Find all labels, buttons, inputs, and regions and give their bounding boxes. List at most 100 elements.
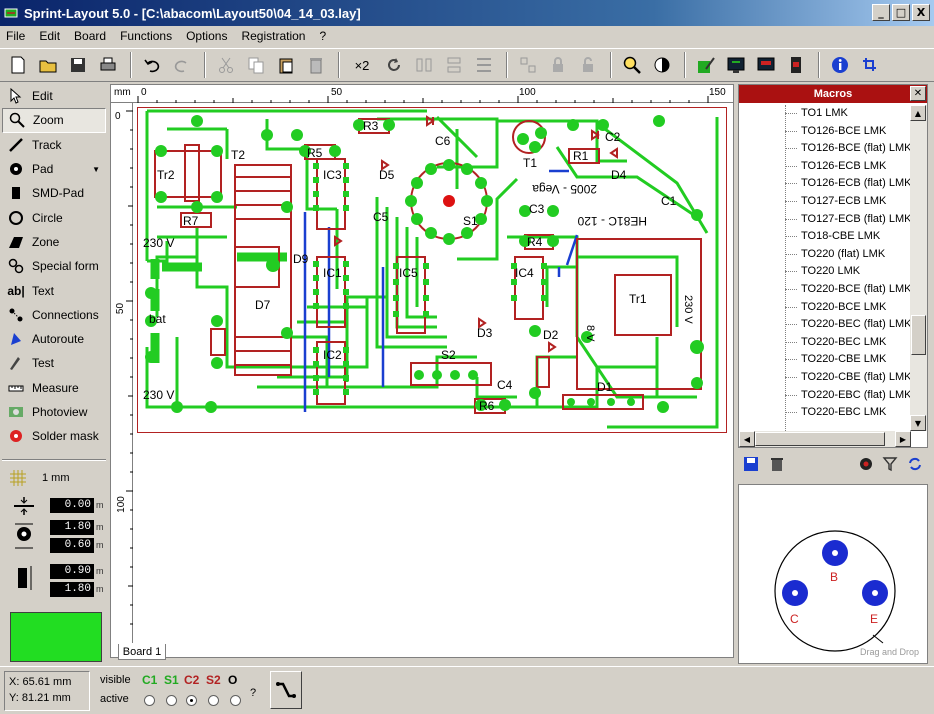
new-button[interactable] xyxy=(4,51,32,79)
zoom-button[interactable] xyxy=(618,51,646,79)
active-radio-s2[interactable] xyxy=(208,695,219,706)
grid-setting[interactable]: 1 mm xyxy=(8,468,70,488)
menu-board[interactable]: Board xyxy=(74,29,106,43)
properties-button[interactable] xyxy=(692,51,720,79)
align-button[interactable] xyxy=(470,51,498,79)
tool-test[interactable]: Test xyxy=(2,351,106,375)
duplicate-button[interactable]: ×2 xyxy=(346,51,378,79)
track-width-field[interactable]: 0.00 xyxy=(50,498,94,513)
tool-smd-pad[interactable]: SMD-Pad xyxy=(2,181,106,205)
macro-horizontal-scrollbar[interactable]: ◀ ▶ xyxy=(739,431,911,447)
layer-o[interactable]: O xyxy=(228,673,237,687)
pcb-board[interactable]: Tr2 T2 R7 230 V D7 bat 230 V R3 R5 C6 D5… xyxy=(137,107,727,433)
tool-edit[interactable]: Edit xyxy=(2,84,106,108)
menu-edit[interactable]: Edit xyxy=(39,29,60,43)
macro-item[interactable]: TO126-BCE (flat) LMK xyxy=(739,140,911,158)
tool-pad[interactable]: Pad ▼ xyxy=(2,157,106,181)
menu-options[interactable]: Options xyxy=(186,29,227,43)
macro-item[interactable]: TO18-CBE LMK xyxy=(739,228,911,246)
record-icon[interactable] xyxy=(858,456,874,472)
delete-button[interactable] xyxy=(302,51,330,79)
close-button[interactable]: X xyxy=(912,4,930,21)
cut-button[interactable] xyxy=(212,51,240,79)
macro-tree[interactable]: TO1 LMK TO126-BCE LMK TO126-BCE (flat) L… xyxy=(739,105,911,431)
scroll-up-icon[interactable]: ▲ xyxy=(910,105,926,121)
macro-item[interactable]: TO127-ECB LMK xyxy=(739,193,911,211)
drc-button[interactable] xyxy=(722,51,750,79)
macro-item[interactable]: TO220-EBC LMK xyxy=(739,404,911,422)
tool-text[interactable]: ab| Text xyxy=(2,278,106,302)
undo-button[interactable] xyxy=(138,51,166,79)
macro-item[interactable]: TO220-BCE LMK xyxy=(739,299,911,317)
unlock-button[interactable] xyxy=(574,51,602,79)
layer-s2[interactable]: S2 xyxy=(206,673,221,687)
lock-button[interactable] xyxy=(544,51,572,79)
scroll-right-icon[interactable]: ▶ xyxy=(895,431,911,447)
macros-close-button[interactable]: ✕ xyxy=(910,86,926,101)
tool-circle[interactable]: Circle xyxy=(2,205,106,229)
macro-item[interactable]: TO220 (flat) LMK xyxy=(739,246,911,264)
refresh-icon[interactable] xyxy=(906,455,924,473)
trash-icon[interactable] xyxy=(768,455,786,473)
board-workarea[interactable]: mm 0 50 100 150 0 50 100 Tr2 T2 R7 230 V… xyxy=(110,84,734,658)
menu-functions[interactable]: Functions xyxy=(120,29,172,43)
pad-inner-field[interactable]: 0.60 xyxy=(50,538,94,553)
scroll-left-icon[interactable]: ◀ xyxy=(739,431,755,447)
active-radio-s1[interactable] xyxy=(166,695,177,706)
save-button[interactable] xyxy=(64,51,92,79)
macro-item[interactable]: TO126-ECB (flat) LMK xyxy=(739,175,911,193)
tool-zone[interactable]: Zone xyxy=(2,230,106,254)
pad-outer-field[interactable]: 1.80 xyxy=(50,520,94,535)
rotate-button[interactable] xyxy=(380,51,408,79)
tool-autoroute[interactable]: Autoroute xyxy=(2,327,106,351)
macro-button[interactable] xyxy=(782,51,810,79)
layer-help[interactable]: ? xyxy=(250,687,256,699)
mirror-v-button[interactable] xyxy=(440,51,468,79)
tool-connections[interactable]: Connections xyxy=(2,303,106,327)
scroll-thumb[interactable] xyxy=(755,432,885,446)
redo-button[interactable] xyxy=(168,51,196,79)
layer-s1[interactable]: S1 xyxy=(164,673,179,687)
tool-zoom[interactable]: Zoom xyxy=(2,108,106,133)
macro-item[interactable]: TO127-ECB (flat) LMK xyxy=(739,211,911,229)
macro-item[interactable]: TO220-BEC (flat) LMK xyxy=(739,316,911,334)
active-radio-c2[interactable] xyxy=(186,695,197,706)
macro-item[interactable]: TO220-EBC (flat) LMK xyxy=(739,387,911,405)
print-button[interactable] xyxy=(94,51,122,79)
save-macro-icon[interactable] xyxy=(742,455,760,473)
maximize-button[interactable]: □ xyxy=(892,4,910,21)
tab-board-1[interactable]: Board 1 xyxy=(118,644,166,660)
open-button[interactable] xyxy=(34,51,62,79)
macro-vertical-scrollbar[interactable]: ▲ ▼ xyxy=(910,105,927,431)
drc-check-button[interactable] xyxy=(752,51,780,79)
transparent-button[interactable] xyxy=(648,51,676,79)
menu-file[interactable]: File xyxy=(6,29,25,43)
tool-track[interactable]: Track xyxy=(2,133,106,157)
layer-c2[interactable]: C2 xyxy=(184,673,199,687)
layer-c1[interactable]: C1 xyxy=(142,673,157,687)
macro-item[interactable]: TO220-BEC LMK xyxy=(739,334,911,352)
tool-special-form[interactable]: Special form xyxy=(2,254,106,278)
smd-width-field[interactable]: 0.90 xyxy=(50,564,94,579)
macro-preview[interactable]: B C E Drag and Drop xyxy=(738,484,928,664)
crosshair-button[interactable] xyxy=(856,51,884,79)
filter-icon[interactable] xyxy=(882,456,898,472)
dropdown-arrow-icon[interactable]: ▼ xyxy=(92,165,100,174)
tool-photoview[interactable]: Photoview xyxy=(2,400,106,424)
menu-registration[interactable]: Registration xyxy=(241,29,305,43)
menu-help[interactable]: ? xyxy=(319,29,326,43)
macro-item[interactable]: TO1 LMK xyxy=(739,105,911,123)
group-button[interactable] xyxy=(514,51,542,79)
active-radio-o[interactable] xyxy=(230,695,241,706)
minimize-button[interactable]: _ xyxy=(872,4,890,21)
macro-item[interactable]: TO126-ECB LMK xyxy=(739,158,911,176)
layer-swap-button[interactable] xyxy=(270,671,302,709)
macro-item[interactable]: TO220 LMK xyxy=(739,263,911,281)
smd-height-field[interactable]: 1.80 xyxy=(50,582,94,597)
active-radio-c1[interactable] xyxy=(144,695,155,706)
scroll-thumb[interactable] xyxy=(911,315,926,355)
paste-button[interactable] xyxy=(272,51,300,79)
layer-color-swatch[interactable] xyxy=(10,612,102,662)
tool-measure[interactable]: Measure xyxy=(2,376,106,400)
macro-item[interactable]: TO126-BCE LMK xyxy=(739,123,911,141)
